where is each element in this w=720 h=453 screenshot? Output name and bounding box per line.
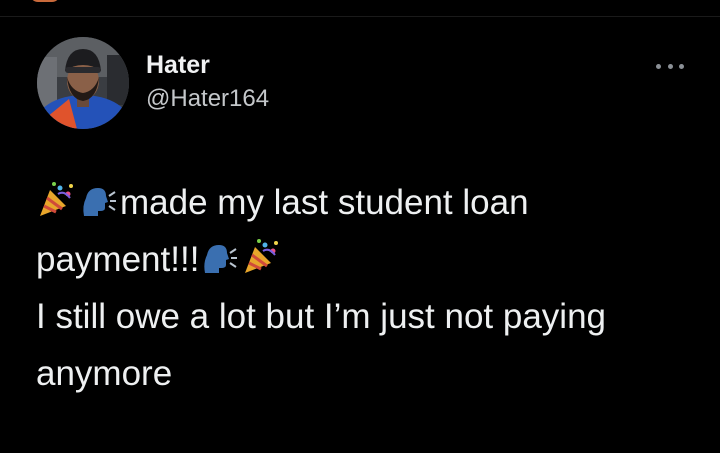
display-name[interactable]: Hater (146, 50, 269, 80)
avatar[interactable] (37, 37, 129, 129)
speaking-head-icon (83, 188, 116, 216)
tweet-line-4: anymore (36, 354, 173, 393)
party-popper-icon (40, 182, 73, 216)
tweet-line-2: payment!!! (36, 231, 696, 288)
tweet-line-1: made my last student loan (36, 174, 696, 231)
top-divider (0, 0, 720, 17)
tweet[interactable]: Hater @Hater164 made my last student loa… (0, 17, 720, 453)
more-dot (656, 63, 661, 69)
tweet-line-3: I still owe a lot but I’m just not payin… (36, 297, 606, 336)
avatar-photo (37, 37, 129, 129)
previous-tweet-avatar-edge (30, 0, 60, 2)
handle[interactable]: @Hater164 (146, 84, 269, 114)
more-dot (667, 63, 673, 69)
speaking-head-icon (204, 245, 238, 273)
more-options-icon[interactable] (656, 61, 684, 71)
more-dot (679, 63, 684, 69)
tweet-line-1-text: made my last student loan (120, 183, 529, 222)
author-block[interactable]: Hater @Hater164 (146, 50, 269, 114)
tweet-line-2-text: payment!!! (36, 240, 200, 279)
party-popper-icon (245, 239, 279, 273)
tweet-text: made my last student loan payment!!! I s… (36, 174, 696, 402)
